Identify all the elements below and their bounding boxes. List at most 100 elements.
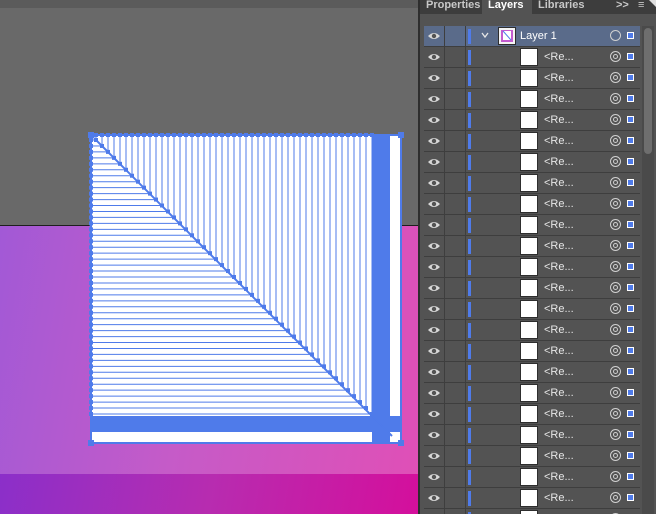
eye-icon[interactable] [424, 236, 445, 256]
eye-icon[interactable] [424, 320, 445, 340]
lock-toggle-cell[interactable] [445, 299, 466, 319]
lock-toggle-cell[interactable] [445, 509, 466, 514]
sublayer-row[interactable]: <Re... [424, 152, 640, 173]
target-circle-icon[interactable] [610, 471, 621, 482]
eye-icon[interactable] [424, 47, 445, 67]
sublayer-row[interactable]: <Re... [424, 131, 640, 152]
lock-toggle-cell[interactable] [445, 194, 466, 214]
eye-icon[interactable] [424, 257, 445, 277]
layers-scrollbar[interactable] [642, 26, 654, 514]
selection-square-icon[interactable] [627, 410, 634, 417]
lock-toggle-cell[interactable] [445, 362, 466, 382]
lock-toggle-cell[interactable] [445, 404, 466, 424]
sublayer-row[interactable]: <Re... [424, 257, 640, 278]
eye-icon[interactable] [424, 404, 445, 424]
eye-icon[interactable] [424, 68, 445, 88]
target-circle-icon[interactable] [610, 324, 621, 335]
lock-toggle-cell[interactable] [445, 236, 466, 256]
eye-icon[interactable] [424, 131, 445, 151]
lock-toggle-cell[interactable] [445, 446, 466, 466]
tab-overflow-button[interactable]: >> [610, 0, 630, 14]
selection-square-icon[interactable] [627, 326, 634, 333]
layer-row-layer-1[interactable]: Layer 1 [424, 26, 640, 47]
selection-square-icon[interactable] [627, 95, 634, 102]
lock-toggle-cell[interactable] [445, 152, 466, 172]
selection-square-icon[interactable] [627, 347, 634, 354]
selection-square-icon[interactable] [627, 284, 634, 291]
target-circle-icon[interactable] [610, 156, 621, 167]
lock-toggle-cell[interactable] [445, 110, 466, 130]
eye-icon[interactable] [424, 173, 445, 193]
sublayer-row[interactable]: <Re... [424, 320, 640, 341]
target-circle-icon[interactable] [610, 282, 621, 293]
target-circle-icon[interactable] [610, 261, 621, 272]
eye-icon[interactable] [424, 26, 445, 46]
sublayer-row[interactable]: <Re... [424, 110, 640, 131]
selection-square-icon[interactable] [627, 137, 634, 144]
sublayer-row[interactable]: <Re... [424, 341, 640, 362]
sublayer-row[interactable]: <Re... [424, 68, 640, 89]
lock-toggle-cell[interactable] [445, 89, 466, 109]
sublayer-row[interactable]: <Re... [424, 383, 640, 404]
eye-icon[interactable] [424, 425, 445, 445]
selection-square-icon[interactable] [627, 305, 634, 312]
target-circle-icon[interactable] [610, 219, 621, 230]
eye-icon[interactable] [424, 509, 445, 514]
selection-square-icon[interactable] [627, 158, 634, 165]
lock-toggle-cell[interactable] [445, 47, 466, 67]
sublayer-row[interactable]: <Re... [424, 89, 640, 110]
selection-square-icon[interactable] [627, 452, 634, 459]
sublayer-row[interactable]: <Re... [424, 278, 640, 299]
sublayer-row[interactable]: <Re... [424, 425, 640, 446]
chevron-down-icon[interactable] [480, 30, 490, 40]
target-circle-icon[interactable] [610, 303, 621, 314]
selected-artwork[interactable] [0, 0, 418, 514]
target-circle-icon[interactable] [610, 114, 621, 125]
eye-icon[interactable] [424, 152, 445, 172]
eye-icon[interactable] [424, 362, 445, 382]
sublayer-row[interactable]: <Re... [424, 47, 640, 68]
sublayer-row[interactable]: <Re... [424, 446, 640, 467]
lock-toggle-cell[interactable] [445, 131, 466, 151]
sublayer-row[interactable]: <Re... [424, 509, 640, 514]
selection-square-icon[interactable] [627, 263, 634, 270]
selection-square-icon[interactable] [627, 53, 634, 60]
lock-toggle-cell[interactable] [445, 215, 466, 235]
eye-icon[interactable] [424, 215, 445, 235]
lock-toggle-cell[interactable] [445, 26, 466, 46]
panel-collapse-corner[interactable] [649, 0, 656, 7]
target-circle-icon[interactable] [610, 198, 621, 209]
eye-icon[interactable] [424, 446, 445, 466]
selection-square-icon[interactable] [627, 116, 634, 123]
target-circle-icon[interactable] [610, 240, 621, 251]
target-circle-icon[interactable] [610, 429, 621, 440]
tab-libraries[interactable]: Libraries [532, 0, 594, 14]
lock-toggle-cell[interactable] [445, 467, 466, 487]
eye-icon[interactable] [424, 299, 445, 319]
target-circle-icon[interactable] [610, 366, 621, 377]
sublayer-row[interactable]: <Re... [424, 299, 640, 320]
tab-properties[interactable]: Properties [420, 0, 482, 14]
lock-toggle-cell[interactable] [445, 341, 466, 361]
eye-icon[interactable] [424, 194, 445, 214]
sublayer-row[interactable]: <Re... [424, 173, 640, 194]
target-circle-icon[interactable] [610, 30, 621, 41]
sublayer-row[interactable]: <Re... [424, 488, 640, 509]
sublayer-row[interactable]: <Re... [424, 215, 640, 236]
selection-square-icon[interactable] [627, 32, 634, 39]
lock-toggle-cell[interactable] [445, 425, 466, 445]
canvas-area[interactable] [0, 0, 418, 514]
selection-square-icon[interactable] [627, 74, 634, 81]
selection-square-icon[interactable] [627, 431, 634, 438]
lock-toggle-cell[interactable] [445, 320, 466, 340]
lock-toggle-cell[interactable] [445, 383, 466, 403]
eye-icon[interactable] [424, 278, 445, 298]
eye-icon[interactable] [424, 383, 445, 403]
eye-icon[interactable] [424, 341, 445, 361]
target-circle-icon[interactable] [610, 450, 621, 461]
lock-toggle-cell[interactable] [445, 278, 466, 298]
lock-toggle-cell[interactable] [445, 173, 466, 193]
sublayer-row[interactable]: <Re... [424, 467, 640, 488]
lock-toggle-cell[interactable] [445, 257, 466, 277]
target-circle-icon[interactable] [610, 387, 621, 398]
